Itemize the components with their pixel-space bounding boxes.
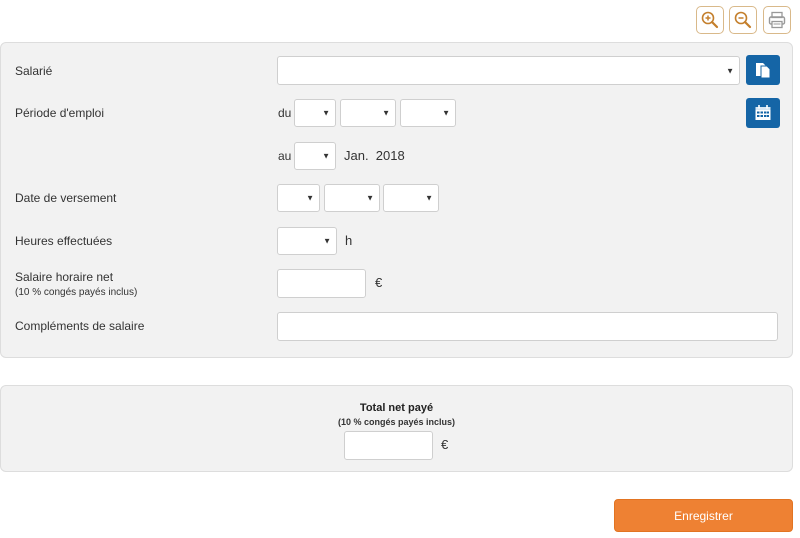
hourly-wage-label: Salaire horaire net bbox=[15, 270, 114, 284]
save-button[interactable]: Enregistrer bbox=[614, 499, 793, 532]
from-label: du bbox=[278, 106, 292, 120]
hours-worked-label: Heures effectuées bbox=[15, 234, 113, 248]
payment-date-label: Date de versement bbox=[15, 191, 117, 205]
chevron-down-icon: ▼ bbox=[442, 108, 450, 118]
zoom-out-button[interactable] bbox=[729, 6, 757, 34]
employee-select[interactable]: ▼ bbox=[277, 56, 740, 85]
hours-worked-select[interactable]: ▼ bbox=[277, 227, 337, 255]
documents-icon bbox=[756, 63, 771, 79]
employment-period-label: Période d'emploi bbox=[15, 106, 105, 120]
to-month-year: Jan. 2018 bbox=[344, 148, 405, 163]
chevron-down-icon: ▼ bbox=[322, 108, 330, 118]
hourly-wage-sublabel: (10 % congés payés inclus) bbox=[15, 287, 138, 298]
chevron-down-icon: ▼ bbox=[323, 236, 331, 246]
calendar-icon bbox=[755, 105, 771, 120]
total-currency-unit: € bbox=[441, 437, 449, 452]
calendar-button[interactable] bbox=[746, 98, 780, 128]
total-panel: Total net payé (10 % congés payés inclus… bbox=[0, 385, 793, 472]
currency-unit: € bbox=[375, 275, 383, 290]
payment-day-select[interactable]: ▼ bbox=[277, 184, 320, 212]
employee-label: Salarié bbox=[15, 64, 53, 78]
chevron-down-icon: ▼ bbox=[425, 193, 433, 203]
from-day-select[interactable]: ▼ bbox=[294, 99, 336, 127]
payment-month-select[interactable]: ▼ bbox=[324, 184, 380, 212]
zoom-in-button[interactable] bbox=[696, 6, 724, 34]
chevron-down-icon: ▼ bbox=[322, 151, 330, 161]
salary-supplements-label: Compléments de salaire bbox=[15, 319, 145, 333]
employee-documents-button[interactable] bbox=[746, 55, 780, 85]
salary-supplements-input[interactable] bbox=[277, 312, 778, 341]
save-button-label: Enregistrer bbox=[674, 508, 733, 523]
print-icon bbox=[768, 11, 786, 29]
zoom-in-icon bbox=[701, 11, 719, 29]
chevron-down-icon: ▼ bbox=[382, 108, 390, 118]
from-month-select[interactable]: ▼ bbox=[340, 99, 396, 127]
form-panel: Salarié ▼ Période d'emploi du ▼ ▼ ▼ au ▼… bbox=[0, 42, 793, 358]
chevron-down-icon: ▼ bbox=[306, 193, 314, 203]
hourly-wage-input[interactable] bbox=[277, 269, 366, 298]
zoom-out-icon bbox=[734, 11, 752, 29]
total-net-paid-input[interactable] bbox=[344, 431, 433, 460]
to-label: au bbox=[278, 149, 292, 163]
from-year-select[interactable]: ▼ bbox=[400, 99, 456, 127]
chevron-down-icon: ▼ bbox=[366, 193, 374, 203]
to-day-select[interactable]: ▼ bbox=[294, 142, 336, 170]
chevron-down-icon: ▼ bbox=[726, 66, 734, 75]
payment-year-select[interactable]: ▼ bbox=[383, 184, 439, 212]
total-sublabel: (10 % congés payés inclus) bbox=[337, 417, 456, 427]
total-title: Total net payé bbox=[359, 402, 434, 414]
hourly-wage-label-group: Salaire horaire net (10 % congés payés i… bbox=[15, 270, 137, 298]
print-button[interactable] bbox=[763, 6, 791, 34]
hours-unit: h bbox=[345, 233, 353, 248]
